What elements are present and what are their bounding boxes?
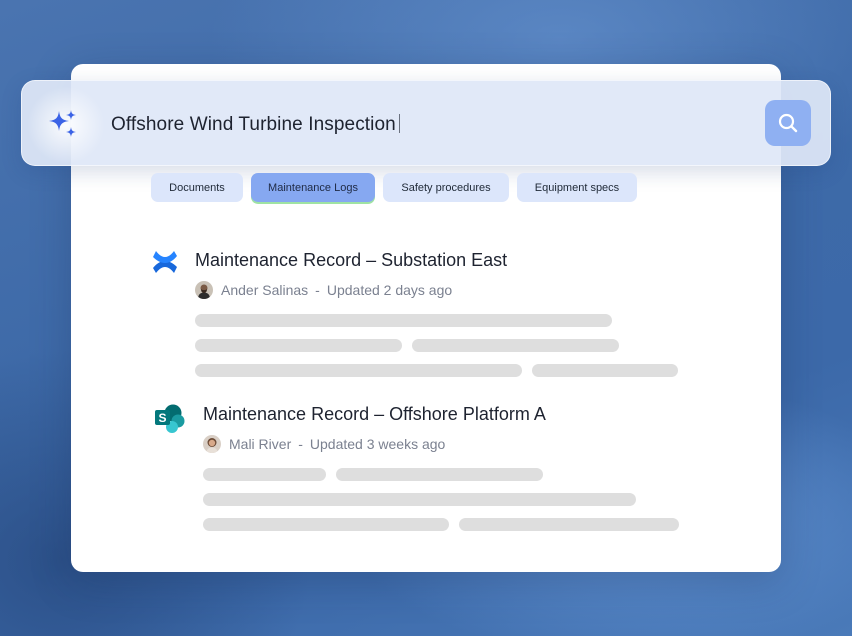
chip-safety-procedures[interactable]: Safety procedures [383, 173, 509, 202]
skeleton-line [203, 493, 636, 506]
updated-time: Updated 3 weeks ago [309, 436, 446, 452]
search-bar[interactable]: Offshore Wind Turbine Inspection [21, 80, 831, 166]
result-title[interactable]: Maintenance Record – Substation East [195, 250, 507, 271]
skeleton-line [459, 518, 679, 531]
avatar [203, 435, 221, 453]
skeleton-line [412, 339, 619, 352]
chip-label: Documents [169, 181, 225, 194]
skeleton-line [195, 314, 612, 327]
updated-time: Updated 2 days ago [326, 282, 453, 298]
meta-separator: - [315, 282, 320, 298]
search-input[interactable]: Offshore Wind Turbine Inspection [111, 114, 401, 136]
chip-label: Maintenance Logs [268, 181, 358, 194]
chip-documents[interactable]: Documents [151, 173, 243, 202]
search-query: Offshore Wind Turbine Inspection [111, 114, 396, 135]
skeleton-line [532, 364, 678, 377]
skeleton-line [203, 468, 326, 481]
author-name: Ander Salinas [221, 282, 309, 298]
chip-label: Safety procedures [401, 181, 491, 194]
chip-maintenance-logs[interactable]: Maintenance Logs [251, 173, 375, 202]
skeleton-line [203, 518, 449, 531]
search-button[interactable] [765, 100, 811, 146]
chip-equipment-specs[interactable]: Equipment specs [517, 173, 637, 202]
meta-separator: - [298, 436, 303, 452]
result-meta: Mali River - Updated 3 weeks ago [203, 435, 445, 453]
skeleton-line [195, 339, 402, 352]
avatar [195, 281, 213, 299]
confluence-icon [151, 249, 179, 280]
search-icon [778, 113, 798, 133]
result-title[interactable]: Maintenance Record – Offshore Platform A [203, 404, 546, 425]
skeleton-line [336, 468, 543, 481]
author-name: Mali River [229, 436, 292, 452]
svg-text:S: S [158, 411, 166, 425]
sparkle-icon [26, 87, 106, 163]
sharepoint-icon: S [154, 403, 186, 440]
chip-label: Equipment specs [534, 181, 620, 194]
result-meta: Ander Salinas - Updated 2 days ago [195, 281, 452, 299]
skeleton-line [195, 364, 522, 377]
text-cursor [398, 114, 401, 133]
